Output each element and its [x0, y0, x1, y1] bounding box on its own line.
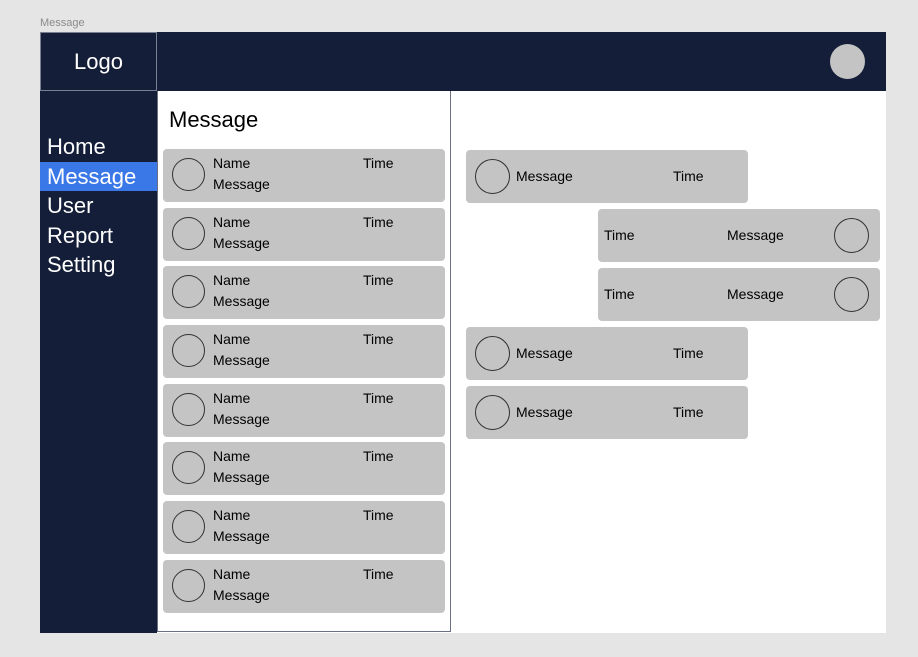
- conversation-time: Time: [363, 331, 394, 348]
- conversation-time: Time: [363, 213, 394, 230]
- conversation-list-panel: Message Name Message Time Name Message Time Na…: [157, 91, 451, 632]
- incoming-message-bubble[interactable]: Message Time: [466, 386, 748, 439]
- outgoing-message-bubble[interactable]: Message Time: [598, 268, 880, 321]
- contact-avatar-icon: [172, 275, 205, 309]
- conversation-time: Time: [363, 565, 394, 582]
- contact-avatar-icon: [172, 510, 205, 544]
- conversation-name: Name: [213, 389, 251, 406]
- contact-avatar-icon: [172, 158, 205, 191]
- conversation-item[interactable]: Name Message Time: [163, 149, 445, 202]
- contact-avatar-icon: [172, 216, 205, 250]
- message-time: Time: [604, 227, 635, 243]
- conversation-time: Time: [363, 507, 394, 524]
- message-time: Time: [673, 345, 704, 361]
- contact-avatar-icon: [172, 334, 205, 368]
- conversation-time: Time: [363, 272, 394, 289]
- conversation-item[interactable]: Name Message Time: [163, 501, 445, 555]
- conversation-preview: Message: [213, 234, 270, 251]
- message-text: Message: [516, 168, 573, 184]
- sidebar-item-message[interactable]: Message: [40, 161, 157, 191]
- message-time: Time: [673, 168, 704, 184]
- message-time: Time: [673, 404, 704, 420]
- frame-label: Message: [40, 17, 85, 29]
- conversation-preview: Message: [213, 293, 270, 310]
- conversation-list: Name Message Time Name Message Time Name Messag…: [163, 149, 445, 619]
- conversation-name: Name: [213, 331, 251, 348]
- sidebar-item-user[interactable]: User: [40, 191, 157, 221]
- conversation-name: Name: [213, 448, 251, 465]
- conversation-time: Time: [363, 155, 394, 171]
- sender-avatar-icon: [475, 336, 510, 371]
- conversation-name: Name: [213, 155, 251, 171]
- sidebar-item-home[interactable]: Home: [40, 132, 157, 162]
- conversation-item[interactable]: Name Message Time: [163, 325, 445, 379]
- contact-avatar-icon: [172, 392, 205, 426]
- message-text: Message: [516, 404, 573, 420]
- conversation-preview: Message: [213, 352, 270, 369]
- conversation-preview: Message: [213, 410, 270, 427]
- conversation-list-title: Message: [169, 107, 259, 132]
- conversation-item[interactable]: Name Message Time: [163, 207, 445, 261]
- outgoing-message-bubble[interactable]: Message Time: [598, 209, 880, 262]
- conversation-preview: Message: [213, 176, 270, 192]
- conversation-preview: Message: [213, 528, 270, 545]
- conversation-item[interactable]: Name Message Time: [163, 383, 445, 437]
- app-frame: Logo Home Message User Report Setting Messag…: [40, 32, 886, 633]
- sender-avatar-icon: [475, 159, 510, 194]
- logo[interactable]: Logo: [40, 32, 157, 91]
- conversation-name: Name: [213, 507, 251, 524]
- conversation-time: Time: [363, 448, 394, 465]
- message-text: Message: [516, 345, 573, 361]
- conversation-preview: Message: [213, 469, 270, 486]
- sidebar-item-report[interactable]: Report: [40, 221, 157, 251]
- conversation-preview: Message: [213, 586, 270, 603]
- conversation-name: Name: [213, 565, 251, 582]
- contact-avatar-icon: [172, 568, 205, 602]
- sidebar: Home Message User Report Setting: [40, 91, 157, 633]
- conversation-item[interactable]: Name Message Time: [163, 442, 445, 496]
- message-text: Message: [727, 227, 784, 243]
- incoming-message-bubble[interactable]: Message Time: [466, 327, 748, 380]
- conversation-item[interactable]: Name Message Time: [163, 266, 445, 320]
- contact-avatar-icon: [172, 451, 205, 485]
- conversation-item[interactable]: Name Message Time: [163, 559, 445, 613]
- user-avatar-icon[interactable]: [830, 44, 865, 79]
- sidebar-item-setting[interactable]: Setting: [40, 250, 157, 280]
- top-bar: Logo: [40, 32, 886, 91]
- conversation-name: Name: [213, 272, 251, 289]
- incoming-message-bubble[interactable]: Message Time: [466, 150, 748, 203]
- message-time: Time: [604, 286, 635, 302]
- conversation-name: Name: [213, 213, 251, 230]
- sender-avatar-icon: [475, 395, 510, 430]
- sender-avatar-icon: [834, 218, 869, 253]
- sender-avatar-icon: [834, 277, 869, 312]
- message-text: Message: [727, 286, 784, 302]
- conversation-time: Time: [363, 389, 394, 406]
- sidebar-nav: Home Message User Report Setting: [40, 132, 157, 280]
